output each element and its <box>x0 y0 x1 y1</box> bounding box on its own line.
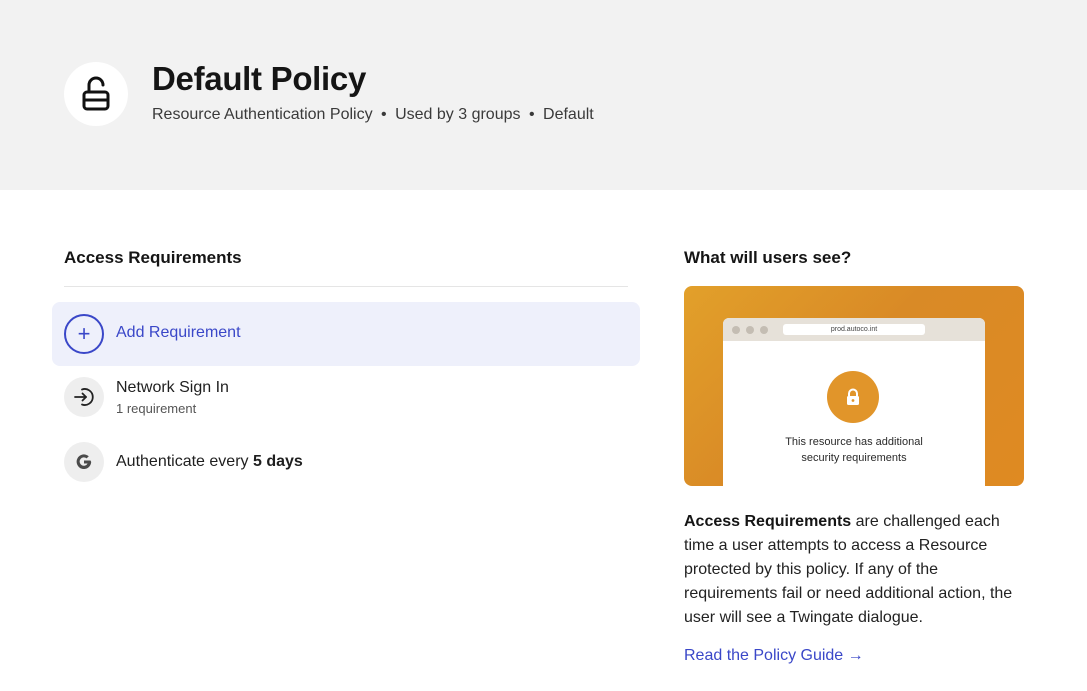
google-icon <box>64 442 104 482</box>
lock-icon <box>827 371 879 423</box>
security-message-line: This resource has additional <box>785 436 923 448</box>
user-preview-heading: What will users see? <box>684 248 852 267</box>
security-message-line: security requirements <box>801 452 907 464</box>
window-dot <box>760 326 768 334</box>
window-dot <box>732 326 740 334</box>
divider <box>64 286 628 287</box>
requirement-network-sign-in[interactable]: Network Sign In 1 requirement <box>64 377 628 419</box>
browser-toolbar: prod.autoco.int <box>723 318 985 341</box>
unlocked-padlock-icon <box>64 62 128 126</box>
separator: • <box>381 106 387 123</box>
requirement-title: Authenticate every 5 days <box>116 453 303 471</box>
requirement-title: Network Sign In <box>116 379 229 396</box>
user-preview-illustration: prod.autoco.int This resource has additi… <box>684 286 1024 486</box>
policy-description: Access Requirements are challenged each … <box>684 510 1024 630</box>
description-emphasis: Access Requirements <box>684 513 852 530</box>
window-dot <box>746 326 754 334</box>
browser-mockup: prod.autoco.int This resource has additi… <box>723 318 985 486</box>
authenticate-interval: 5 days <box>252 453 303 470</box>
policy-default-badge: Default <box>543 106 594 123</box>
plus-icon: + <box>64 314 104 354</box>
add-requirement-button[interactable]: + Add Requirement <box>52 302 640 366</box>
access-requirements-heading: Access Requirements <box>64 248 242 267</box>
url-bar: prod.autoco.int <box>783 324 925 335</box>
requirement-authenticate-interval[interactable]: Authenticate every 5 days <box>64 442 628 484</box>
page-title: Default Policy <box>152 60 367 97</box>
authenticate-prefix: Authenticate every <box>116 453 249 470</box>
policy-guide-link[interactable]: Read the Policy Guide → <box>684 647 864 665</box>
add-requirement-label: Add Requirement <box>116 324 241 341</box>
policy-type: Resource Authentication Policy <box>152 106 373 123</box>
policy-usage: Used by 3 groups <box>395 106 521 123</box>
policy-header: Default Policy Resource Authentication P… <box>0 0 1087 190</box>
separator: • <box>528 106 535 123</box>
requirement-count: 1 requirement <box>116 401 197 416</box>
sign-in-icon <box>64 377 104 417</box>
page-subtitle: Resource Authentication Policy • Used by… <box>152 106 594 124</box>
security-message: This resource has additional security re… <box>723 434 985 466</box>
